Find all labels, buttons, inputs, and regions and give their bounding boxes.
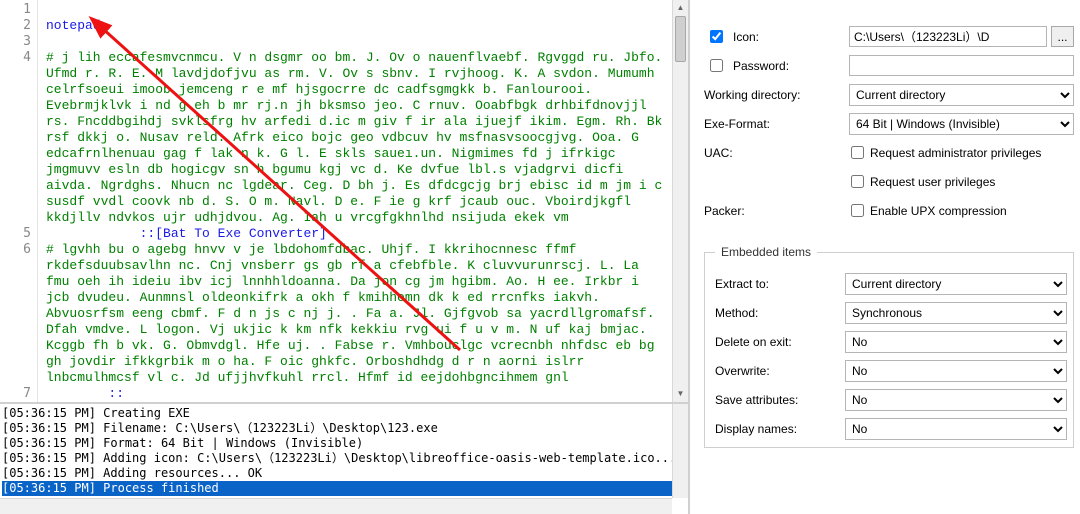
log-line: [05:36:15 PM] Adding icon: C:\Users\（123… [2, 451, 688, 466]
log-horizontal-scrollbar[interactable] [0, 498, 672, 514]
code-directive: :: [46, 386, 124, 401]
exe-format-select[interactable]: 64 Bit | Windows (Invisible) [849, 113, 1074, 135]
embedded-items-legend: Embedded items [715, 245, 817, 259]
method-label: Method: [715, 306, 758, 320]
icon-path-input[interactable] [849, 26, 1047, 47]
overwrite-select[interactable]: No [845, 360, 1067, 382]
uac-admin-text: Request administrator privileges [870, 146, 1041, 160]
editor-content[interactable]: notepad # j lih eсcafesmvcnmcu. V n dsgm… [38, 0, 688, 402]
upx-text: Enable UPX compression [870, 204, 1007, 218]
line-number-gutter: 1 2 3 4 5 6 7 [0, 0, 38, 402]
overwrite-label: Overwrite: [715, 364, 770, 378]
icon-checkbox[interactable] [710, 30, 723, 43]
code-comment: # j lih eсcafesmvcnmcu. V n dsgmr oo bm.… [46, 50, 670, 225]
scroll-up-icon[interactable]: ▲ [673, 0, 688, 16]
extract-to-label: Extract to: [715, 277, 769, 291]
password-checkbox[interactable] [710, 59, 723, 72]
options-panel: Icon: ... Password: Working directory: C… [690, 0, 1080, 514]
log-vertical-scrollbar[interactable] [672, 404, 688, 498]
log-line: [05:36:15 PM] Filename: C:\Users\（123223… [2, 421, 688, 436]
log-line-selected[interactable]: [05:36:15 PM] Process finished [2, 481, 688, 496]
left-pane: 1 2 3 4 5 6 7 notepad # j lih eсcafesmvc… [0, 0, 690, 514]
uac-user-checkbox[interactable] [851, 175, 864, 188]
code-directive: ::[Bat To Exe Converter] [140, 226, 327, 241]
delete-on-exit-label: Delete on exit: [715, 335, 792, 349]
build-log[interactable]: [05:36:15 PM] Creating EXE [05:36:15 PM]… [0, 404, 688, 514]
editor-vertical-scrollbar[interactable]: ▲ ▼ [672, 0, 688, 402]
display-names-label: Display names: [715, 422, 797, 436]
method-select[interactable]: Synchronous [845, 302, 1067, 324]
uac-label: UAC: [704, 146, 733, 160]
password-label: Password: [733, 59, 789, 73]
packer-label: Packer: [704, 204, 745, 218]
working-directory-select[interactable]: Current directory [849, 84, 1074, 106]
exe-format-label: Exe-Format: [704, 117, 770, 131]
embedded-items-group: Embedded items Extract to: Current direc… [704, 245, 1074, 448]
password-input[interactable] [849, 55, 1074, 76]
icon-browse-button[interactable]: ... [1051, 26, 1074, 47]
upx-checkbox[interactable] [851, 204, 864, 217]
save-attributes-label: Save attributes: [715, 393, 798, 407]
log-line: [05:36:15 PM] Creating EXE [2, 406, 688, 421]
icon-label: Icon: [733, 30, 759, 44]
save-attributes-select[interactable]: No [845, 389, 1067, 411]
working-directory-label: Working directory: [704, 88, 800, 102]
log-line: [05:36:15 PM] Format: 64 Bit | Windows (… [2, 436, 688, 451]
uac-user-text: Request user privileges [870, 175, 995, 189]
scroll-down-icon[interactable]: ▼ [673, 386, 688, 402]
extract-to-select[interactable]: Current directory [845, 273, 1067, 295]
code-editor[interactable]: 1 2 3 4 5 6 7 notepad # j lih eсcafesmvc… [0, 0, 688, 404]
scroll-thumb[interactable] [675, 16, 686, 62]
code-comment: # lgvhh bu o agebg hnvv v je lbdohomfdba… [46, 242, 662, 385]
log-line: [05:36:15 PM] Adding resources... OK [2, 466, 688, 481]
delete-on-exit-select[interactable]: No [845, 331, 1067, 353]
uac-admin-checkbox[interactable] [851, 146, 864, 159]
display-names-select[interactable]: No [845, 418, 1067, 440]
code-keyword: notepad [46, 18, 101, 33]
